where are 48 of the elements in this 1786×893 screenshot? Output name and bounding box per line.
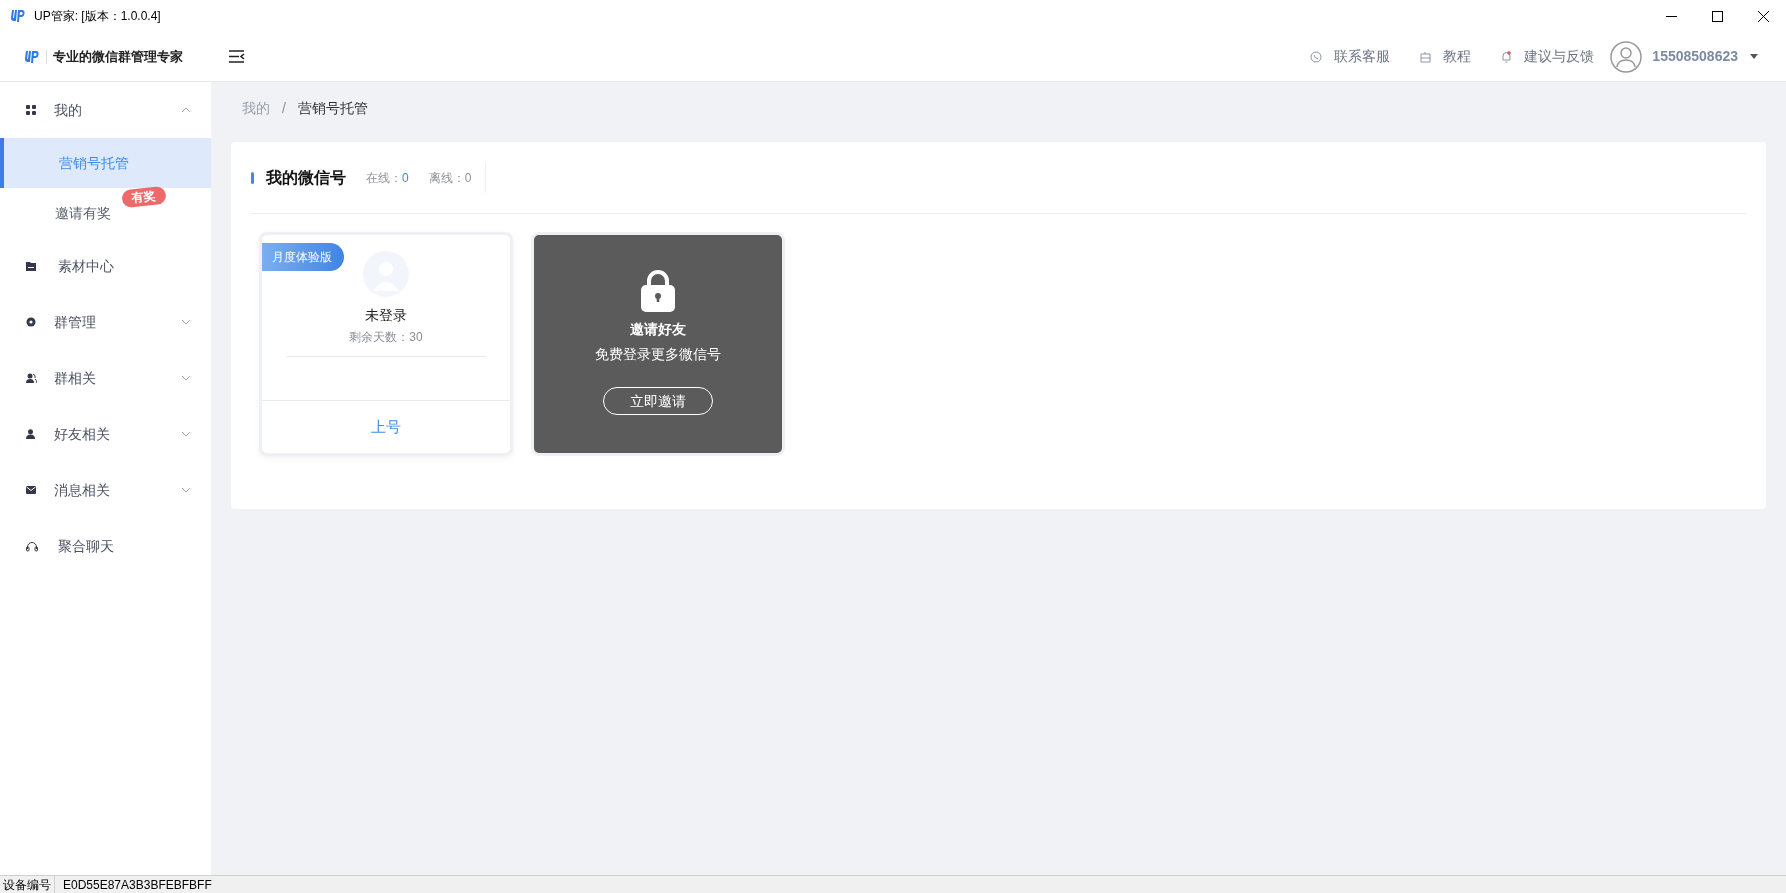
bell-icon bbox=[1501, 50, 1513, 63]
header-link[interactable]: 联系客服 bbox=[1334, 46, 1391, 67]
remaining-days: 剩余天数：30 bbox=[349, 328, 423, 346]
plan-tag: 月度体验版 bbox=[262, 243, 344, 271]
headset-icon bbox=[26, 540, 38, 552]
header-link[interactable]: 建议与反馈 bbox=[1524, 46, 1595, 67]
breadcrumb-separator: / bbox=[282, 98, 286, 118]
status-count: 离线：0 bbox=[428, 169, 472, 187]
chevron-icon bbox=[181, 319, 191, 325]
user-phone[interactable]: 15508508623 bbox=[1652, 46, 1738, 67]
grid-icon bbox=[26, 105, 36, 115]
header-link[interactable]: 教程 bbox=[1443, 46, 1472, 67]
breadcrumb-item: 营销号托管 bbox=[297, 98, 368, 118]
panel-title: 我的微信号 bbox=[266, 167, 346, 188]
chevron-icon bbox=[181, 107, 191, 113]
sidebar-item[interactable]: 我的 bbox=[0, 82, 211, 138]
folder-icon bbox=[26, 261, 36, 271]
chevron-icon bbox=[181, 487, 191, 493]
sidebar-item[interactable]: 群管理 bbox=[0, 294, 211, 350]
maximize-icon bbox=[1711, 10, 1723, 22]
chat-icon bbox=[1310, 50, 1323, 63]
menu-toggle-icon[interactable] bbox=[229, 50, 245, 63]
mail-icon bbox=[26, 486, 36, 494]
chevron-icon bbox=[181, 431, 191, 437]
sidebar-item[interactable]: 群相关 bbox=[0, 350, 211, 406]
sidebar-item[interactable]: 聚合聊天 bbox=[0, 518, 211, 574]
invite-subtitle: 免费登录更多微信号 bbox=[595, 345, 721, 364]
logo-icon bbox=[10, 9, 26, 23]
lock-icon bbox=[640, 269, 676, 313]
user-icon bbox=[26, 429, 35, 439]
chevron-icon bbox=[181, 375, 191, 381]
brand-name: 专业的微信群管理专家 bbox=[53, 47, 183, 66]
sidebar-item[interactable]: 素材中心 bbox=[0, 238, 211, 294]
status-label: 设备编号 bbox=[0, 875, 55, 893]
sidebar-item[interactable]: 消息相关 bbox=[0, 462, 211, 518]
avatar-icon bbox=[1610, 40, 1643, 73]
window-title: UP管家: [版本：1.0.0.4] bbox=[34, 8, 161, 25]
caret-icon[interactable] bbox=[1750, 54, 1758, 59]
device-id: E0D55E87A3B3BFEBFBFF bbox=[62, 876, 212, 893]
status-count: 在线：0 bbox=[366, 169, 409, 187]
minimize-icon bbox=[1665, 15, 1677, 17]
login-button[interactable]: 上号 bbox=[262, 401, 510, 453]
invite-title: 邀请好友 bbox=[630, 320, 686, 339]
users-icon bbox=[26, 373, 37, 383]
logo-icon bbox=[24, 49, 40, 64]
sidebar-item[interactable]: 好友相关 bbox=[0, 406, 211, 462]
account-name: 未登录 bbox=[365, 306, 407, 325]
close-icon bbox=[1757, 10, 1769, 22]
